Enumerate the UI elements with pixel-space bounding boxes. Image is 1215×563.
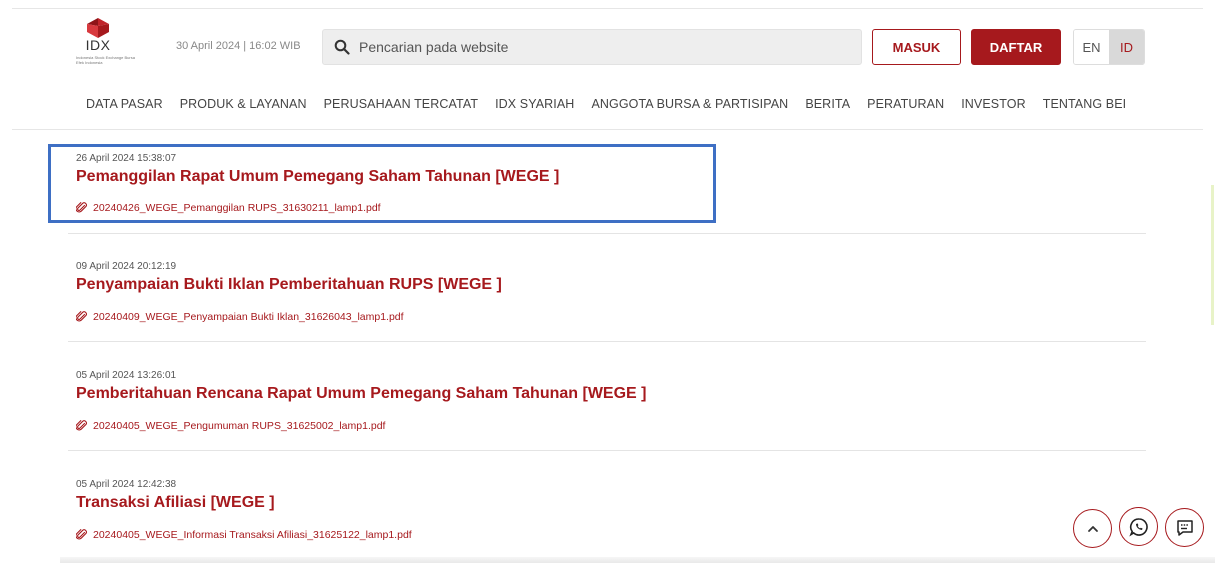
chevron-up-icon	[1087, 525, 1098, 532]
attachment-filename: 20240405_WEGE_Pengumuman RUPS_31625002_l…	[93, 420, 386, 432]
announcement-title[interactable]: Transaksi Afiliasi [WEGE ]	[76, 494, 275, 512]
attachment-filename: 20240405_WEGE_Informasi Transaksi Afilia…	[93, 529, 412, 541]
nav-item-berita[interactable]: BERITA	[805, 97, 850, 111]
lang-en-button[interactable]: EN	[1074, 30, 1109, 64]
nav-item-anggota-bursa[interactable]: ANGGOTA BURSA & PARTISIPAN	[591, 97, 788, 111]
attachment-filename: 20240409_WEGE_Penyampaian Bukti Iklan_31…	[93, 311, 404, 323]
attachment-link[interactable]: 20240409_WEGE_Penyampaian Bukti Iklan_31…	[76, 311, 404, 323]
announcement-date: 05 April 2024 12:42:38	[76, 479, 177, 490]
bottom-shadow	[60, 557, 1215, 563]
announcement-date: 09 April 2024 20:12:19	[76, 261, 177, 272]
scroll-top-button[interactable]	[1073, 509, 1112, 548]
announcement-title[interactable]: Pemberitahuan Rencana Rapat Umum Pemegan…	[76, 385, 646, 403]
paperclip-icon	[76, 311, 87, 322]
search-icon[interactable]	[334, 39, 350, 55]
nav-item-produk-layanan[interactable]: PRODUK & LAYANAN	[180, 97, 307, 111]
highlight-box	[48, 144, 716, 223]
site-search	[322, 29, 862, 65]
nav-item-data-pasar[interactable]: DATA PASAR	[86, 97, 163, 111]
nav-item-investor[interactable]: INVESTOR	[961, 97, 1025, 111]
scroll-accent	[1211, 185, 1214, 325]
announcement-date: 05 April 2024 13:26:01	[76, 370, 177, 381]
lang-id-button[interactable]: ID	[1109, 30, 1144, 64]
attachment-link[interactable]: 20240405_WEGE_Pengumuman RUPS_31625002_l…	[76, 420, 385, 432]
idx-logo[interactable]: IDX Indonesia Stock Exchange Bursa Efek …	[76, 18, 135, 68]
paperclip-icon	[76, 420, 87, 431]
current-datetime: 30 April 2024 | 16:02 WIB	[176, 40, 301, 52]
login-button[interactable]: MASUK	[872, 29, 961, 65]
logo-tagline: Indonesia Stock Exchange Bursa Efek Indo…	[76, 55, 135, 65]
list-item: 05 April 2024 13:26:01 Pemberitahuan Ren…	[68, 342, 1146, 451]
search-input[interactable]	[359, 30, 854, 64]
register-button[interactable]: DAFTAR	[971, 29, 1061, 65]
main-nav: DATA PASAR PRODUK & LAYANAN PERUSAHAAN T…	[86, 97, 1143, 111]
nav-divider	[12, 129, 1203, 130]
logo-text: IDX	[85, 37, 111, 53]
whatsapp-button[interactable]	[1119, 507, 1158, 546]
site-header: IDX Indonesia Stock Exchange Bursa Efek …	[0, 0, 1215, 130]
list-item: 05 April 2024 12:42:38 Transaksi Afilias…	[68, 451, 1146, 557]
nav-item-idx-syariah[interactable]: IDX SYARIAH	[495, 97, 574, 111]
idx-logo-mark-icon	[87, 18, 109, 38]
nav-item-tentang-bei[interactable]: TENTANG BEI	[1043, 97, 1127, 111]
language-switcher: EN ID	[1073, 29, 1145, 65]
attachment-link[interactable]: 20240405_WEGE_Informasi Transaksi Afilia…	[76, 529, 412, 541]
announcement-title[interactable]: Penyampaian Bukti Iklan Pemberitahuan RU…	[76, 276, 502, 294]
whatsapp-icon	[1128, 517, 1148, 536]
nav-item-peraturan[interactable]: PERATURAN	[867, 97, 944, 111]
chat-icon	[1176, 519, 1193, 536]
paperclip-icon	[76, 529, 87, 540]
chat-button[interactable]	[1165, 508, 1204, 547]
list-item: 09 April 2024 20:12:19 Penyampaian Bukti…	[68, 234, 1146, 342]
nav-item-perusahaan-tercatat[interactable]: PERUSAHAAN TERCATAT	[324, 97, 478, 111]
